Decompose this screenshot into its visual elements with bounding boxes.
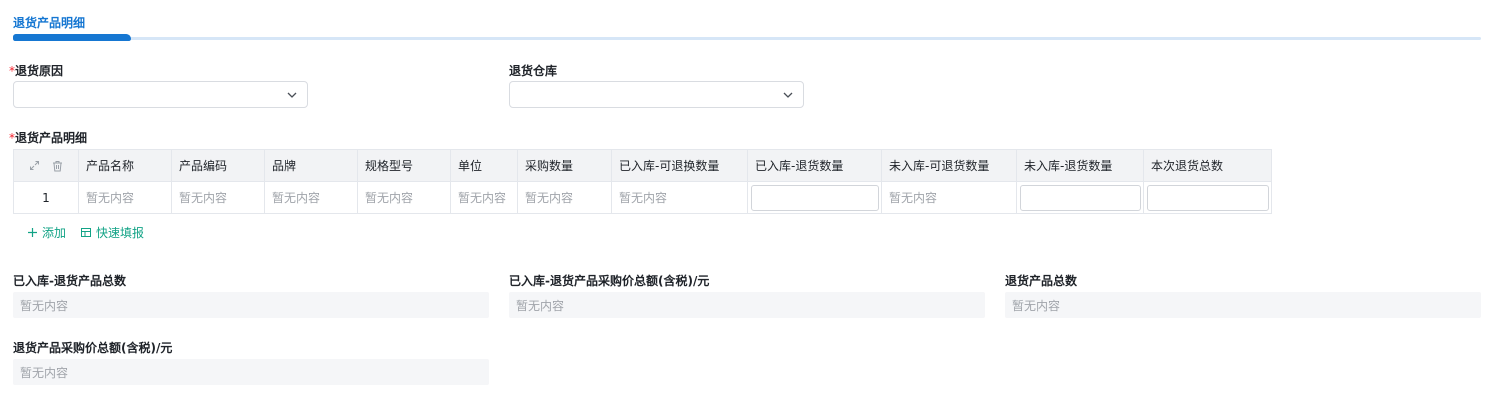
form-icon (81, 228, 92, 237)
return-amount-value: 暂无内容 (13, 359, 489, 385)
table-header-controls (14, 150, 79, 181)
table-header-row: 产品名称 产品编码 品牌 规格型号 单位 采购数量 已入库-可退换数量 已入库-… (14, 150, 1271, 181)
column-header-total-return-qty: 本次退货总数 (1151, 159, 1224, 173)
quick-fill-label: 快速填报 (96, 226, 145, 240)
stocked-return-amount-label: 已入库-退货产品采购价总额(含税)/元 (509, 274, 710, 288)
cell-unit: 暂无内容 (451, 182, 518, 213)
row-index: 1 (14, 182, 79, 213)
cell-unstocked-return-qty (1017, 182, 1144, 213)
cell-stocked-return-qty (748, 182, 882, 213)
return-total-value: 暂无内容 (1005, 292, 1481, 318)
column-header-stocked-returnable-qty: 已入库-可退换数量 (612, 150, 748, 181)
chevron-down-icon (287, 92, 297, 98)
return-product-detail-label: *退货产品明细 (9, 131, 88, 145)
unstocked-return-qty-input[interactable] (1020, 184, 1141, 211)
tab-bar: 退货产品明细 (13, 0, 1481, 42)
column-header-unstocked-return-qty: 未入库-退货数量 (1017, 150, 1144, 181)
stocked-return-total-label: 已入库-退货产品总数 (13, 274, 126, 288)
add-row-label: 添加 (42, 226, 67, 240)
column-header-unstocked-returnable-qty: 未入库-可退货数量 (882, 150, 1017, 181)
trash-icon[interactable] (52, 160, 63, 172)
column-header-unit: 单位 (451, 150, 518, 181)
return-reason-select[interactable] (13, 81, 308, 108)
quick-fill-button[interactable]: 快速填报 (80, 224, 144, 241)
tab-active-indicator (13, 34, 131, 41)
column-header-product-name: 产品名称 (79, 150, 172, 181)
column-header-purchase-qty: 采购数量 (518, 150, 612, 181)
expand-icon[interactable] (29, 160, 40, 171)
return-amount-label: 退货产品采购价总额(含税)/元 (13, 341, 173, 355)
add-row-button[interactable]: 添加 (27, 224, 66, 241)
chevron-down-icon (783, 92, 793, 98)
column-header-spec: 规格型号 (358, 150, 451, 181)
total-return-qty-input[interactable] (1147, 184, 1269, 211)
column-header-stocked-return-qty: 已入库-退货数量 (748, 150, 882, 181)
column-header-brand: 品牌 (265, 150, 358, 181)
plus-icon (28, 228, 37, 237)
return-total-label: 退货产品总数 (1005, 274, 1078, 288)
cell-stocked-returnable-qty: 暂无内容 (612, 182, 748, 213)
cell-spec: 暂无内容 (358, 182, 451, 213)
return-reason-label: *退货原因 (9, 64, 64, 78)
tab-track (13, 37, 1481, 40)
return-product-table: 产品名称 产品编码 品牌 规格型号 单位 采购数量 已入库-可退换数量 已入库-… (13, 149, 1272, 214)
stocked-return-amount-value: 暂无内容 (509, 292, 985, 318)
tab-return-product-detail[interactable]: 退货产品明细 (13, 14, 85, 31)
return-warehouse-select[interactable] (509, 81, 804, 108)
cell-total-return-qty (1144, 182, 1271, 213)
cell-product-code: 暂无内容 (172, 182, 265, 213)
return-warehouse-label: 退货仓库 (509, 64, 558, 78)
cell-brand: 暂无内容 (265, 182, 358, 213)
cell-unstocked-returnable-qty: 暂无内容 (882, 182, 1017, 213)
table-actions: 添加 快速填报 (27, 224, 144, 241)
table-row: 1 暂无内容 暂无内容 暂无内容 暂无内容 暂无内容 暂无内容 暂无内容 暂无内… (14, 181, 1271, 213)
stocked-return-total-value: 暂无内容 (13, 292, 489, 318)
column-header-product-code: 产品编码 (172, 150, 265, 181)
cell-product-name: 暂无内容 (79, 182, 172, 213)
cell-purchase-qty: 暂无内容 (518, 182, 612, 213)
stocked-return-qty-input[interactable] (751, 184, 879, 211)
